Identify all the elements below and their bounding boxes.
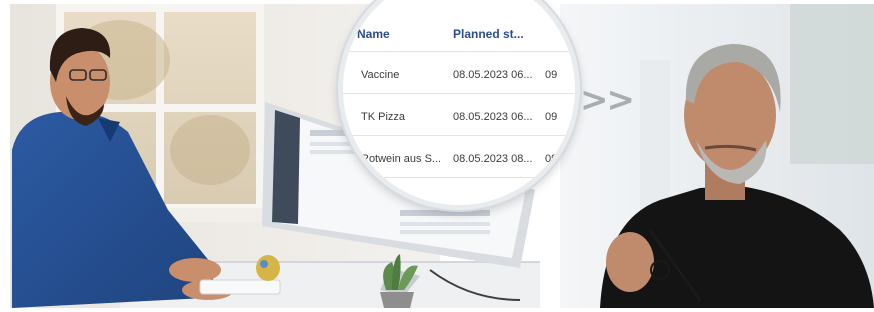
decorative-ball: [256, 255, 280, 281]
row-extra: 09: [545, 69, 558, 81]
row-name: TK Pizza: [361, 111, 406, 123]
table-row[interactable]: TK Pizza 08.05.2023 06... 09: [343, 93, 575, 136]
table-row[interactable]: Rotwein aus S... 08.05.2023 08... 09: [343, 135, 575, 178]
row-planned: 08.05.2023 06...: [453, 69, 533, 81]
row-planned: 08.05.2023 08...: [453, 153, 533, 165]
row-extra: 09: [545, 153, 558, 165]
double-chevron-icon: >>: [580, 80, 635, 120]
keyboard: [199, 279, 281, 295]
table-header-name: Name: [357, 27, 390, 41]
table-row[interactable]: Vaccine 08.05.2023 06... 09: [343, 51, 575, 94]
row-extra: 09: [545, 111, 558, 123]
magnifier-lens: Name Planned st... Vaccine 08.05.2023 06…: [338, 0, 580, 210]
row-name: Rotwein aus S...: [361, 153, 442, 165]
zoomed-table: Name Planned st... Vaccine 08.05.2023 06…: [343, 0, 575, 205]
table-header-planned-start: Planned st...: [453, 27, 524, 41]
row-name: Vaccine: [361, 69, 400, 81]
row-planned: 08.05.2023 06...: [453, 111, 533, 123]
